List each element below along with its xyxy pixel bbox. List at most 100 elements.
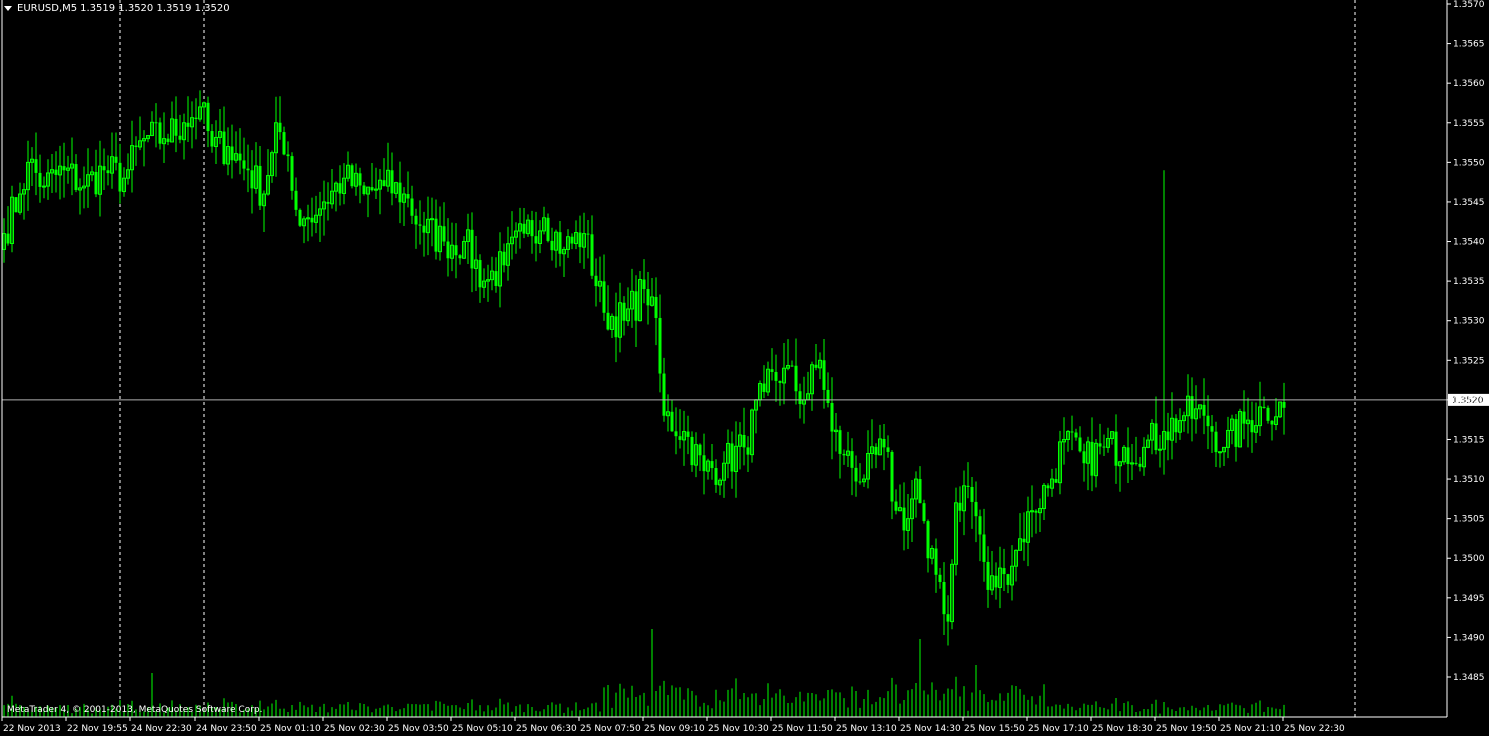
- candle: [934, 538, 938, 593]
- candle: [410, 185, 414, 225]
- candle-body: [102, 166, 106, 171]
- candle-body: [118, 162, 122, 192]
- candle-body: [442, 226, 446, 242]
- candle-body: [570, 236, 574, 244]
- candle: [1198, 404, 1202, 419]
- candle: [586, 219, 590, 259]
- dropdown-triangle-icon[interactable]: [4, 6, 12, 11]
- candle-body: [430, 218, 434, 221]
- candle: [18, 182, 22, 215]
- candle: [74, 154, 78, 193]
- candle-body: [918, 479, 922, 504]
- time-tick-label: 25 Nov 09:10: [644, 724, 705, 734]
- candle: [1218, 451, 1222, 468]
- candle-body: [974, 501, 978, 517]
- candle-body: [746, 447, 750, 455]
- candle-body: [6, 233, 10, 244]
- candle-body: [242, 160, 246, 169]
- candle: [174, 96, 178, 153]
- price-tick-label: 1.3550: [1453, 158, 1485, 168]
- price-tick-label: 1.3485: [1453, 673, 1485, 683]
- candle: [1014, 549, 1018, 582]
- candle-body: [106, 170, 110, 174]
- candle: [106, 155, 110, 186]
- candle-body: [658, 317, 662, 374]
- candle-body: [778, 380, 782, 383]
- candle-body: [934, 548, 938, 575]
- candle: [270, 150, 274, 183]
- price-scale[interactable]: 1.3570 1.3565 1.3560 1.3555 1.3550 1.3545 1.35…: [1447, 0, 1485, 683]
- candle-body: [434, 218, 438, 252]
- candle: [618, 282, 622, 353]
- candle-body: [1166, 431, 1170, 441]
- candle: [86, 148, 90, 208]
- candle-body: [1034, 510, 1038, 513]
- candle: [342, 163, 346, 205]
- candle: [646, 272, 650, 325]
- candle: [594, 258, 598, 307]
- candle: [426, 196, 430, 256]
- price-tick-label: 1.3565: [1453, 40, 1485, 50]
- time-tick-label: 25 Nov 15:50: [964, 724, 1025, 734]
- candle: [186, 96, 190, 142]
- candle: [750, 408, 754, 463]
- candle-body: [714, 468, 718, 485]
- candle: [1234, 413, 1238, 462]
- candle: [634, 275, 638, 348]
- candle: [430, 197, 434, 247]
- candle: [142, 130, 146, 167]
- candle: [102, 148, 106, 190]
- candle-body: [1270, 420, 1274, 425]
- candle-body: [422, 225, 426, 233]
- candle-body: [770, 369, 774, 372]
- candle: [306, 204, 310, 242]
- candle-body: [702, 455, 706, 472]
- price-tick-label: 1.3500: [1453, 554, 1485, 564]
- candle: [990, 550, 994, 595]
- candle: [154, 103, 158, 148]
- candle-body: [238, 153, 242, 161]
- candle: [30, 147, 34, 187]
- candle: [462, 236, 466, 259]
- candle-body: [410, 198, 414, 216]
- candle-body: [1046, 485, 1050, 489]
- candle: [886, 435, 890, 458]
- candle-body: [842, 453, 846, 456]
- candle: [842, 449, 846, 465]
- symbol-header[interactable]: EURUSD,M5 1.3519 1.3520 1.3519 1.3520: [4, 3, 230, 14]
- candle-body: [1202, 404, 1206, 416]
- candle: [482, 268, 486, 298]
- candle: [1250, 401, 1254, 453]
- candle-body: [970, 486, 974, 502]
- price-chart[interactable]: 1.3520 1.35701.35651.35601.35551.35501.3…: [0, 0, 1489, 736]
- candle: [694, 432, 698, 478]
- candle: [514, 222, 518, 254]
- candle-body: [1002, 568, 1006, 575]
- candle: [1026, 496, 1030, 567]
- candle-body: [938, 574, 942, 582]
- price-tick-label: 1.3510: [1453, 475, 1485, 485]
- candle: [1230, 414, 1234, 445]
- candle: [734, 421, 738, 498]
- time-tick-label: 25 Nov 21:10: [1220, 724, 1281, 734]
- candle: [298, 208, 302, 227]
- candle: [134, 136, 138, 166]
- candle: [1274, 398, 1278, 431]
- candle: [166, 133, 170, 146]
- candle-body: [1102, 446, 1106, 448]
- candle-body: [850, 451, 854, 468]
- candle: [1266, 405, 1270, 424]
- candle: [218, 109, 222, 145]
- candle: [502, 243, 506, 273]
- candle: [1270, 420, 1274, 441]
- candle: [722, 451, 726, 498]
- candle: [610, 313, 614, 339]
- candle: [854, 455, 858, 497]
- candle-body: [1082, 451, 1086, 464]
- candle-body: [606, 312, 610, 330]
- candle: [670, 399, 674, 432]
- time-scale[interactable]: 22 Nov 2013 22 Nov 19:55 24 Nov 22:30 24 No…: [1, 717, 1345, 734]
- candle-body: [1210, 426, 1214, 432]
- chart-window[interactable]: 1.3520 1.3570 1.3565 1.3560 1.3555 1.3550 1.3…: [0, 0, 1489, 736]
- candle: [346, 151, 350, 182]
